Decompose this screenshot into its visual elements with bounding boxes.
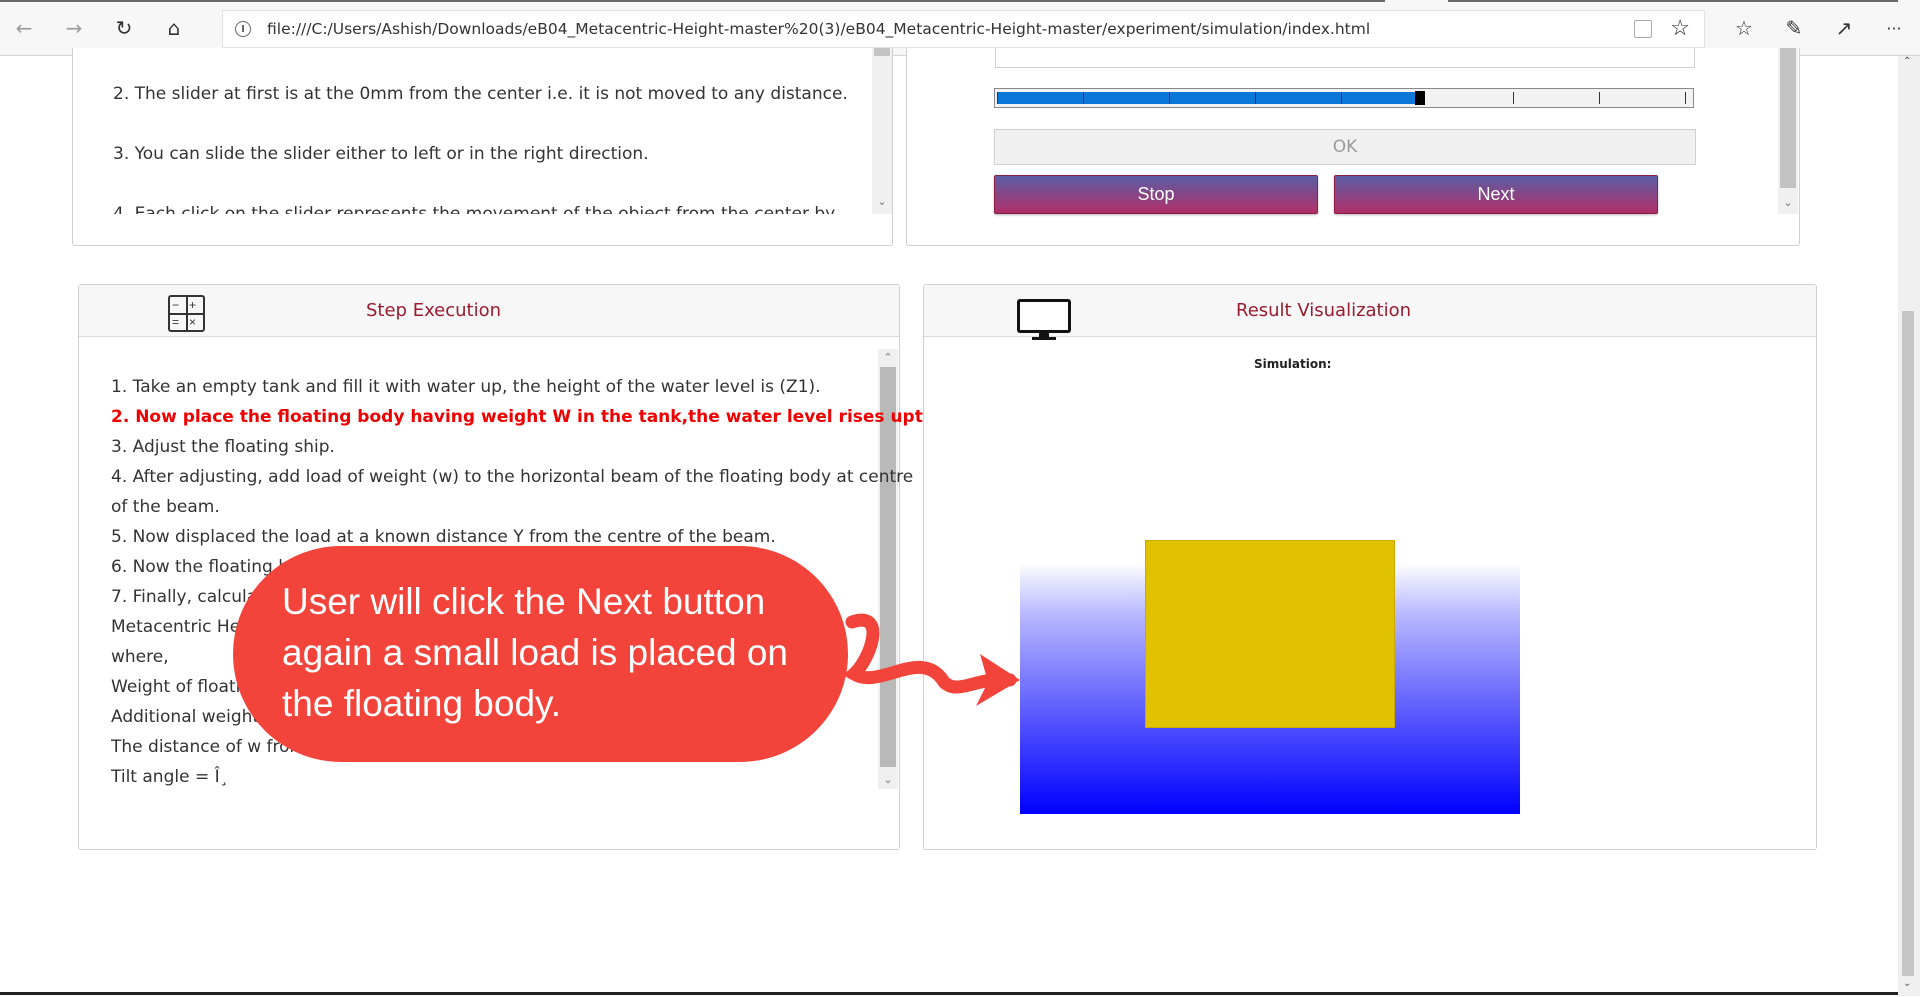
stop-button[interactable]: Stop [994,175,1318,214]
scroll-down-icon[interactable]: ⌄ [872,193,892,211]
result-visualization-header: Result Visualization [924,285,1816,340]
reading-view-icon[interactable] [1634,20,1652,38]
scroll-down-icon[interactable]: ⌄ [878,771,898,789]
step-item: where, [111,647,169,667]
step-item: 4. After adjusting, add load of weight (… [111,467,914,487]
slider-tick [1685,92,1686,104]
monitor-icon [1017,299,1071,340]
refresh-icon[interactable]: ↻ [110,14,138,42]
callout-arrow-icon [843,613,1020,706]
floating-body [1145,540,1395,728]
window-top-border [0,0,1920,3]
page-scrollbar[interactable]: ⌃ ⌄ [1898,56,1920,996]
step-execution-header: − + = × Step Execution [79,285,899,337]
slider-tick [1341,92,1342,104]
home-icon[interactable]: ⌂ [160,14,188,42]
scroll-thumb[interactable] [1780,48,1796,188]
scroll-up-icon[interactable]: ⌃ [878,349,898,367]
scroll-down-icon[interactable]: ⌄ [1903,978,1911,989]
step-item-current: 2. Now place the floating body having we… [111,407,972,427]
step-item: 1. Take an empty tank and fill it with w… [111,377,821,397]
scroll-down-icon[interactable]: ⌄ [1778,194,1798,212]
share-icon[interactable]: ↗ [1830,14,1858,42]
controls-scrollbar[interactable]: ⌄ [1778,48,1798,214]
instruction-item: 2. The slider at first is at the 0mm fro… [113,84,848,104]
instructions-scrollbar[interactable]: ⌄ [872,48,892,214]
window-bottom-border [0,992,1898,995]
distance-slider[interactable] [994,88,1694,108]
ok-button[interactable]: OK [994,129,1696,165]
instructions-content: 2. The slider at first is at the 0mm fro… [73,48,873,214]
step-item: Metacentric He [111,617,241,637]
step-item: 6. Now the floating b [111,557,290,577]
slider-tick [997,92,998,104]
step-item: Additional weight [111,707,260,727]
step-item: Weight of floati [111,677,241,697]
calculator-icon: − + = × [168,295,205,332]
url-text[interactable]: file:///C:/Users/Ashish/Downloads/eB04_M… [267,20,1370,38]
favorites-icon[interactable]: ☆ [1730,14,1758,42]
callout-text: User will click the Next button again a … [282,581,788,724]
scroll-up-icon[interactable]: ⌃ [1903,56,1911,67]
step-item: 7. Finally, calculat [111,587,264,607]
page-scroll-thumb[interactable] [1902,311,1914,976]
input-field[interactable] [995,48,1695,68]
scroll-thumb[interactable] [874,48,890,56]
slider-tick [1083,92,1084,104]
step-item: 5. Now displaced the load at a known dis… [111,527,776,547]
step-execution-title: Step Execution [366,300,502,321]
pen-icon[interactable]: ✎ [1780,14,1808,42]
instruction-item: 3. You can slide the slider either to le… [113,144,649,164]
address-bar[interactable]: file:///C:/Users/Ashish/Downloads/eB04_M… [222,10,1705,48]
slider-handle[interactable] [1415,91,1425,105]
slider-tick [1513,92,1514,104]
back-icon[interactable]: ← [10,14,38,42]
step-item: Tilt angle = Î¸ [111,767,229,787]
favorite-star-icon[interactable]: ☆ [1670,15,1690,41]
next-button[interactable]: Next [1334,175,1658,214]
site-info-icon[interactable] [235,21,251,37]
slider-tick [1169,92,1170,104]
slider-tick [1599,92,1600,104]
instruction-item: 4. Each click on the slider represents t… [113,204,836,214]
more-icon[interactable]: ··· [1880,14,1908,42]
step-item: 3. Adjust the floating ship. [111,437,335,457]
simulation-label: Simulation: [1254,357,1332,371]
forward-icon[interactable]: → [60,14,88,42]
result-visualization-title: Result Visualization [1236,300,1412,321]
step-item: of the beam. [111,497,220,517]
instructions-panel: 2. The slider at first is at the 0mm fro… [72,48,893,246]
slider-fill [997,92,1420,104]
slider-tick [1255,92,1256,104]
